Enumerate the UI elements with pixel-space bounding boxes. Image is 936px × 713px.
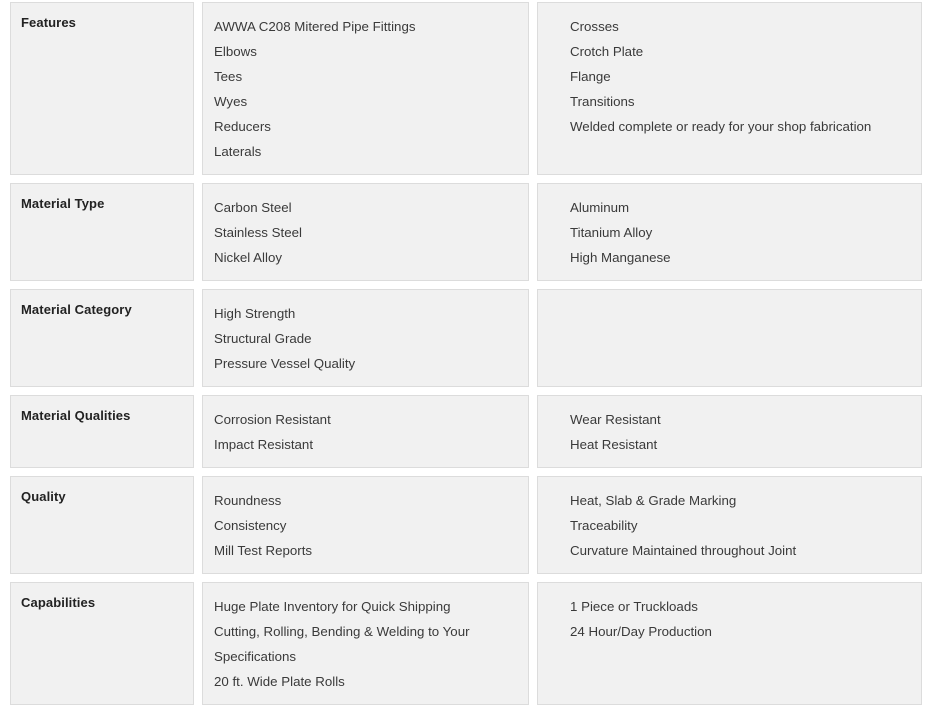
list-item: Crotch Plate — [570, 44, 644, 59]
list-item: Flange — [570, 69, 611, 84]
list-item: High Strength — [214, 306, 296, 321]
row-column-b-capabilities: 1 Piece or Truckloads 24 Hour/Day Product… — [537, 582, 922, 705]
item-list: 1 Piece or Truckloads 24 Hour/Day Product… — [570, 594, 909, 644]
row-label: Material Qualities — [21, 408, 131, 423]
row-label: Material Type — [21, 196, 105, 211]
list-item: Curvature Maintained throughout Joint — [570, 543, 797, 558]
list-item: 24 Hour/Day Production — [570, 624, 712, 639]
item-list: Corrosion Resistant Impact Resistant — [214, 407, 516, 457]
item-list: Roundness Consistency Mill Test Reports — [214, 488, 516, 563]
row-column-b-quality: Heat, Slab & Grade Marking Traceability Cu… — [537, 476, 922, 574]
list-item: Huge Plate Inventory for Quick Shipping — [214, 599, 451, 614]
item-list: Heat, Slab & Grade Marking Traceability Cu… — [570, 488, 909, 563]
row-column-b-material-category — [537, 289, 922, 387]
list-item: Heat, Slab & Grade Marking — [570, 493, 737, 508]
list-item: Aluminum — [570, 200, 630, 215]
row-label-cell-capabilities: Capabilities — [10, 582, 194, 705]
list-item: Laterals — [214, 144, 262, 159]
list-item: Corrosion Resistant — [214, 412, 331, 427]
table-row: Material Type Carbon Steel Stainless Stee… — [10, 183, 922, 281]
list-item: Welded complete or ready for your shop f… — [570, 119, 872, 134]
list-item: Mill Test Reports — [214, 543, 313, 558]
row-label-cell-material-type: Material Type — [10, 183, 194, 281]
row-column-a-material-type: Carbon Steel Stainless Steel Nickel Alloy — [202, 183, 529, 281]
list-item: Titanium Alloy — [570, 225, 653, 240]
row-column-b-material-type: Aluminum Titanium Alloy High Manganese — [537, 183, 922, 281]
row-label: Capabilities — [21, 595, 96, 610]
list-item: Pressure Vessel Quality — [214, 356, 356, 371]
list-item: Consistency — [214, 518, 287, 533]
list-item: Tees — [214, 69, 243, 84]
item-list: Aluminum Titanium Alloy High Manganese — [570, 195, 909, 270]
table-row: Features AWWA C208 Mitered Pipe Fittings… — [10, 2, 922, 175]
list-item: Crosses — [570, 19, 619, 34]
list-item: Transitions — [570, 94, 635, 109]
row-label: Quality — [21, 489, 66, 504]
row-column-a-material-qualities: Corrosion Resistant Impact Resistant — [202, 395, 529, 468]
row-label-cell-features: Features — [10, 2, 194, 175]
list-item: 20 ft. Wide Plate Rolls — [214, 674, 345, 689]
list-item: Impact Resistant — [214, 437, 314, 452]
row-column-a-material-category: High Strength Structural Grade Pressure Ve… — [202, 289, 529, 387]
item-list: Carbon Steel Stainless Steel Nickel Alloy — [214, 195, 516, 270]
table-row: Material Category High Strength Structura… — [10, 289, 922, 387]
specification-table: Features AWWA C208 Mitered Pipe Fittings… — [10, 2, 922, 713]
list-item: Stainless Steel — [214, 225, 302, 240]
list-item: AWWA C208 Mitered Pipe Fittings — [214, 19, 416, 34]
list-item: Wear Resistant — [570, 412, 661, 427]
list-item: Elbows — [214, 44, 257, 59]
item-list: Crosses Crotch Plate Flange Transitions Weld… — [570, 14, 909, 139]
row-column-b-material-qualities: Wear Resistant Heat Resistant — [537, 395, 922, 468]
list-item: Cutting, Rolling, Bending & Welding to Y… — [214, 624, 470, 664]
item-list: Wear Resistant Heat Resistant — [570, 407, 909, 457]
row-column-a-features: AWWA C208 Mitered Pipe Fittings Elbows Tee… — [202, 2, 529, 175]
list-item: Carbon Steel — [214, 200, 292, 215]
list-item: Traceability — [570, 518, 638, 533]
list-item: Nickel Alloy — [214, 250, 282, 265]
list-item: 1 Piece or Truckloads — [570, 599, 698, 614]
list-item: Wyes — [214, 94, 248, 109]
list-item: Roundness — [214, 493, 282, 508]
table-row: Quality Roundness Consistency Mill Test Re… — [10, 476, 922, 574]
table-row: Material Qualities Corrosion Resistant Im… — [10, 395, 922, 468]
table-row: Capabilities Huge Plate Inventory for Qu… — [10, 582, 922, 705]
row-label: Material Category — [21, 302, 132, 317]
row-column-a-quality: Roundness Consistency Mill Test Reports — [202, 476, 529, 574]
item-list: Huge Plate Inventory for Quick Shipping C… — [214, 594, 516, 694]
list-item: Heat Resistant — [570, 437, 658, 452]
list-item: High Manganese — [570, 250, 671, 265]
row-label-cell-material-category: Material Category — [10, 289, 194, 387]
list-item: Structural Grade — [214, 331, 312, 346]
row-column-b-features: Crosses Crotch Plate Flange Transitions Weld… — [537, 2, 922, 175]
item-list: AWWA C208 Mitered Pipe Fittings Elbows Tee… — [214, 14, 516, 164]
row-column-a-capabilities: Huge Plate Inventory for Quick Shipping C… — [202, 582, 529, 705]
row-label-cell-material-qualities: Material Qualities — [10, 395, 194, 468]
item-list: High Strength Structural Grade Pressure Ve… — [214, 301, 516, 376]
list-item: Reducers — [214, 119, 271, 134]
row-label: Features — [21, 15, 76, 30]
row-label-cell-quality: Quality — [10, 476, 194, 574]
